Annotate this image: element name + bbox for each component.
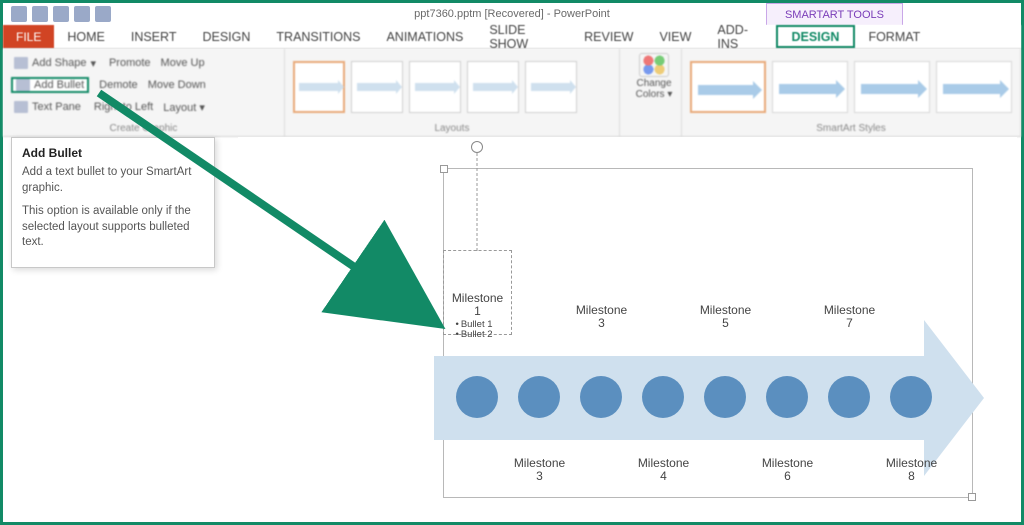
milestone-bullets: Bullet 1 Bullet 2 — [438, 320, 518, 341]
contextual-tab-label: SMARTART TOOLS — [766, 3, 903, 25]
layout-thumb-5[interactable] — [525, 61, 577, 113]
tooltip-body-1: Add a text bullet to your SmartArt graph… — [22, 165, 204, 196]
move-up-button[interactable]: Move Up — [161, 57, 205, 69]
milestone-label[interactable]: Milestone7 — [810, 304, 890, 330]
chevron-down-icon: ▾ — [199, 102, 205, 114]
add-bullet-button[interactable]: Add Bullet — [11, 77, 89, 93]
chevron-down-icon: ▾ — [90, 57, 96, 70]
change-colors-icon[interactable] — [639, 53, 669, 77]
tooltip-add-bullet: Add Bullet Add a text bullet to your Sma… — [11, 137, 215, 268]
tab-view[interactable]: VIEW — [646, 25, 704, 48]
bullet-icon — [16, 79, 30, 91]
tab-transitions[interactable]: TRANSITIONS — [263, 25, 373, 48]
milestone-dot[interactable] — [766, 376, 808, 418]
right-to-left-button[interactable]: Right to Left — [94, 101, 153, 113]
tab-addins[interactable]: ADD-INS — [704, 25, 775, 48]
tab-file[interactable]: FILE — [3, 25, 54, 48]
milestone-dot[interactable] — [828, 376, 870, 418]
layout-thumb-4[interactable] — [467, 61, 519, 113]
group-styles-label: SmartArt Styles — [690, 121, 1012, 134]
milestone-dot[interactable] — [456, 376, 498, 418]
text-pane-label: Text Pane — [32, 101, 81, 113]
group-layouts-label: Layouts — [293, 121, 611, 134]
move-down-button[interactable]: Move Down — [148, 79, 206, 91]
milestone-label[interactable]: Milestone5 — [686, 304, 766, 330]
rotate-stem — [477, 153, 478, 251]
slide: Milestone1 Bullet 1 Bullet 2 Milestone3 … — [248, 138, 1008, 518]
milestone-label[interactable]: Milestone6 — [748, 457, 828, 483]
slide-canvas[interactable]: Milestone1 Bullet 1 Bullet 2 Milestone3 … — [238, 137, 1017, 518]
layout-button[interactable]: Layout ▾ — [163, 101, 205, 114]
ribbon: Add Shape ▾ Promote Move Up Add Bullet D… — [3, 49, 1021, 137]
milestone-label[interactable]: Milestone8 — [872, 457, 952, 483]
arrow-head-icon — [924, 320, 984, 476]
milestone-label[interactable]: Milestone3 — [562, 304, 642, 330]
add-bullet-label: Add Bullet — [34, 79, 84, 91]
tab-design[interactable]: DESIGN — [189, 25, 263, 48]
tab-home[interactable]: HOME — [54, 25, 118, 48]
undo-icon[interactable] — [53, 6, 69, 22]
text-pane-icon — [14, 101, 28, 113]
add-shape-icon — [14, 57, 28, 69]
powerpoint-icon — [11, 6, 27, 22]
milestone-dot[interactable] — [704, 376, 746, 418]
layout-thumb-2[interactable] — [351, 61, 403, 113]
tooltip-body-2: This option is available only if the sel… — [22, 204, 204, 251]
add-shape-button[interactable]: Add Shape ▾ — [11, 57, 99, 70]
style-thumb-2[interactable] — [772, 61, 848, 113]
window-title: ppt7360.pptm [Recovered] - PowerPoint — [414, 8, 610, 20]
quick-access-toolbar — [3, 6, 111, 22]
tab-animations[interactable]: ANIMATIONS — [373, 25, 476, 48]
ribbon-tabs: FILE HOME INSERT DESIGN TRANSITIONS ANIM… — [3, 25, 1021, 49]
tab-smartart-format[interactable]: FORMAT — [855, 25, 933, 48]
tooltip-title: Add Bullet — [22, 146, 204, 160]
milestone-dot[interactable] — [580, 376, 622, 418]
milestone-label[interactable]: Milestone4 — [624, 457, 704, 483]
change-colors-label[interactable]: ChangeColors ▾ — [636, 79, 673, 100]
group-change-colors: ChangeColors ▾ — [620, 49, 682, 136]
layout-thumb-1[interactable] — [293, 61, 345, 113]
group-create-graphic: Add Shape ▾ Promote Move Up Add Bullet D… — [3, 49, 285, 136]
text-pane-button[interactable]: Text Pane — [11, 101, 84, 113]
tab-slideshow[interactable]: SLIDE SHOW — [476, 25, 571, 48]
layout-thumb-3[interactable] — [409, 61, 461, 113]
rotate-handle-icon[interactable] — [471, 141, 483, 153]
group-layouts: Layouts — [285, 49, 620, 136]
milestone-dot[interactable] — [890, 376, 932, 418]
tab-insert[interactable]: INSERT — [118, 25, 190, 48]
style-thumb-3[interactable] — [854, 61, 930, 113]
tab-smartart-design[interactable]: DESIGN — [776, 25, 856, 48]
promote-button[interactable]: Promote — [109, 57, 151, 69]
save-icon[interactable] — [32, 6, 48, 22]
milestone-dot[interactable] — [642, 376, 684, 418]
style-thumb-1[interactable] — [690, 61, 766, 113]
smartart-roadmap[interactable]: Milestone1 Bullet 1 Bullet 2 Milestone3 … — [434, 332, 984, 464]
add-shape-label: Add Shape — [32, 57, 86, 69]
milestone-label[interactable]: Milestone1 Bullet 1 Bullet 2 — [438, 292, 518, 341]
touch-mode-icon[interactable] — [95, 6, 111, 22]
group-smartart-styles: SmartArt Styles — [682, 49, 1021, 136]
tab-review[interactable]: REVIEW — [571, 25, 646, 48]
milestone-label[interactable]: Milestone3 — [500, 457, 580, 483]
style-thumb-4[interactable] — [936, 61, 1012, 113]
milestone-dot[interactable] — [518, 376, 560, 418]
redo-icon[interactable] — [74, 6, 90, 22]
demote-button[interactable]: Demote — [99, 79, 138, 91]
group-create-label: Create Graphic — [11, 121, 276, 134]
